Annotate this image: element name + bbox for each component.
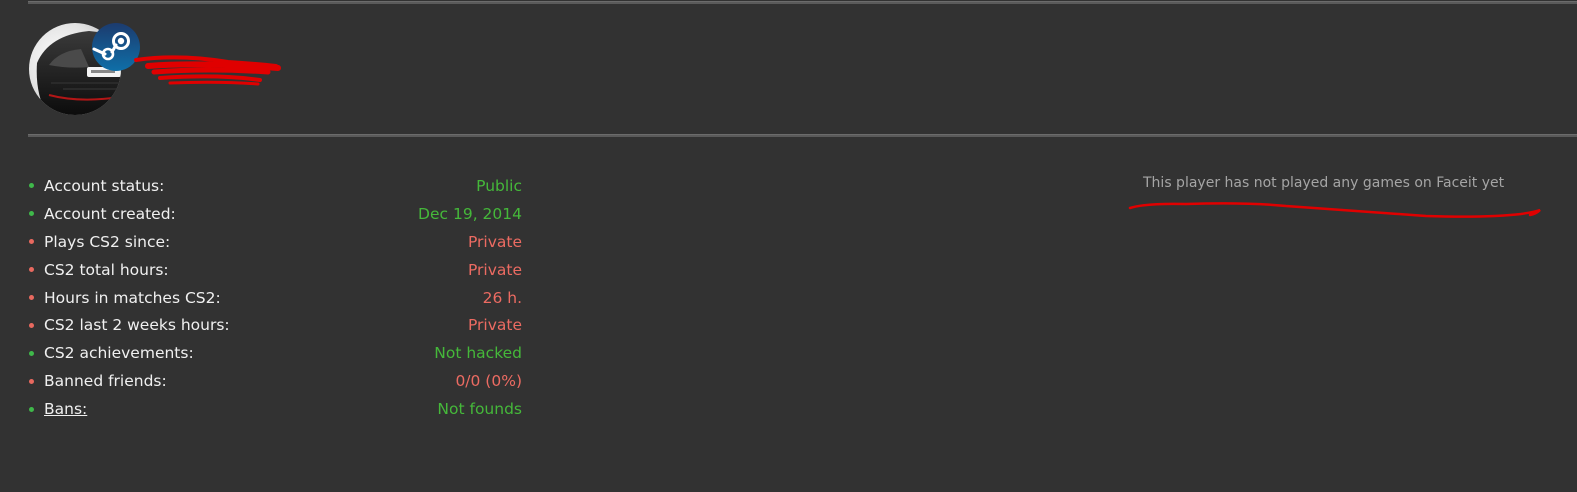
bullet-icon xyxy=(29,183,34,189)
faceit-message: This player has not played any games on … xyxy=(1143,175,1505,191)
stat-value: 0/0 (0%) xyxy=(455,372,522,391)
stat-row-banned-friends: Banned friends: 0/0 (0%) xyxy=(28,367,522,395)
stat-row-bans: Bans: Not founds xyxy=(28,395,522,423)
bans-link[interactable]: Bans: xyxy=(44,400,437,418)
stat-value: 26 h. xyxy=(482,288,522,307)
stat-value: Public xyxy=(476,176,522,195)
bullet-icon xyxy=(29,350,34,356)
stat-value: Private xyxy=(467,316,522,335)
bullet-icon xyxy=(29,378,34,384)
bullet-icon xyxy=(29,239,34,245)
stat-row-plays-since: Plays CS2 since: Private xyxy=(28,228,522,256)
stat-label: Account created: xyxy=(44,204,176,223)
stat-row-total-hours: CS2 total hours: Private xyxy=(28,256,522,284)
red-annotation-underline xyxy=(1126,200,1546,226)
stat-label: Banned friends: xyxy=(44,372,167,391)
section-divider xyxy=(28,134,1577,137)
stats-list: Account status: Public Account created: … xyxy=(28,172,522,423)
stat-row-two-week-hours: CS2 last 2 weeks hours: Private xyxy=(28,311,522,339)
redacted-username xyxy=(118,48,283,90)
stat-value: Dec 19, 2014 xyxy=(418,204,522,223)
stat-value: Private xyxy=(467,260,522,279)
bullet-icon xyxy=(29,211,34,217)
top-divider xyxy=(28,1,1577,4)
stat-row-account-created: Account created: Dec 19, 2014 xyxy=(28,200,522,228)
bullet-icon xyxy=(29,295,34,300)
stat-value: Not hacked xyxy=(434,344,522,363)
stat-value: Not founds xyxy=(437,400,522,419)
stat-label: Account status: xyxy=(44,176,165,195)
bullet-icon xyxy=(29,322,34,328)
stat-row-match-hours: Hours in matches CS2: 26 h. xyxy=(28,284,522,312)
bullet-icon xyxy=(29,267,34,273)
profile-page: Account status: Public Account created: … xyxy=(0,0,1577,492)
stat-value: Private xyxy=(467,232,522,251)
stat-label: CS2 total hours: xyxy=(44,260,169,279)
stat-label: Plays CS2 since: xyxy=(44,232,171,251)
stat-row-account-status: Account status: Public xyxy=(28,172,522,200)
stat-label: CS2 last 2 weeks hours: xyxy=(44,316,230,335)
bullet-icon xyxy=(29,406,34,412)
stat-label: Hours in matches CS2: xyxy=(44,288,221,307)
stat-label: CS2 achievements: xyxy=(44,344,194,363)
stat-row-achievements: CS2 achievements: Not hacked xyxy=(28,339,522,367)
